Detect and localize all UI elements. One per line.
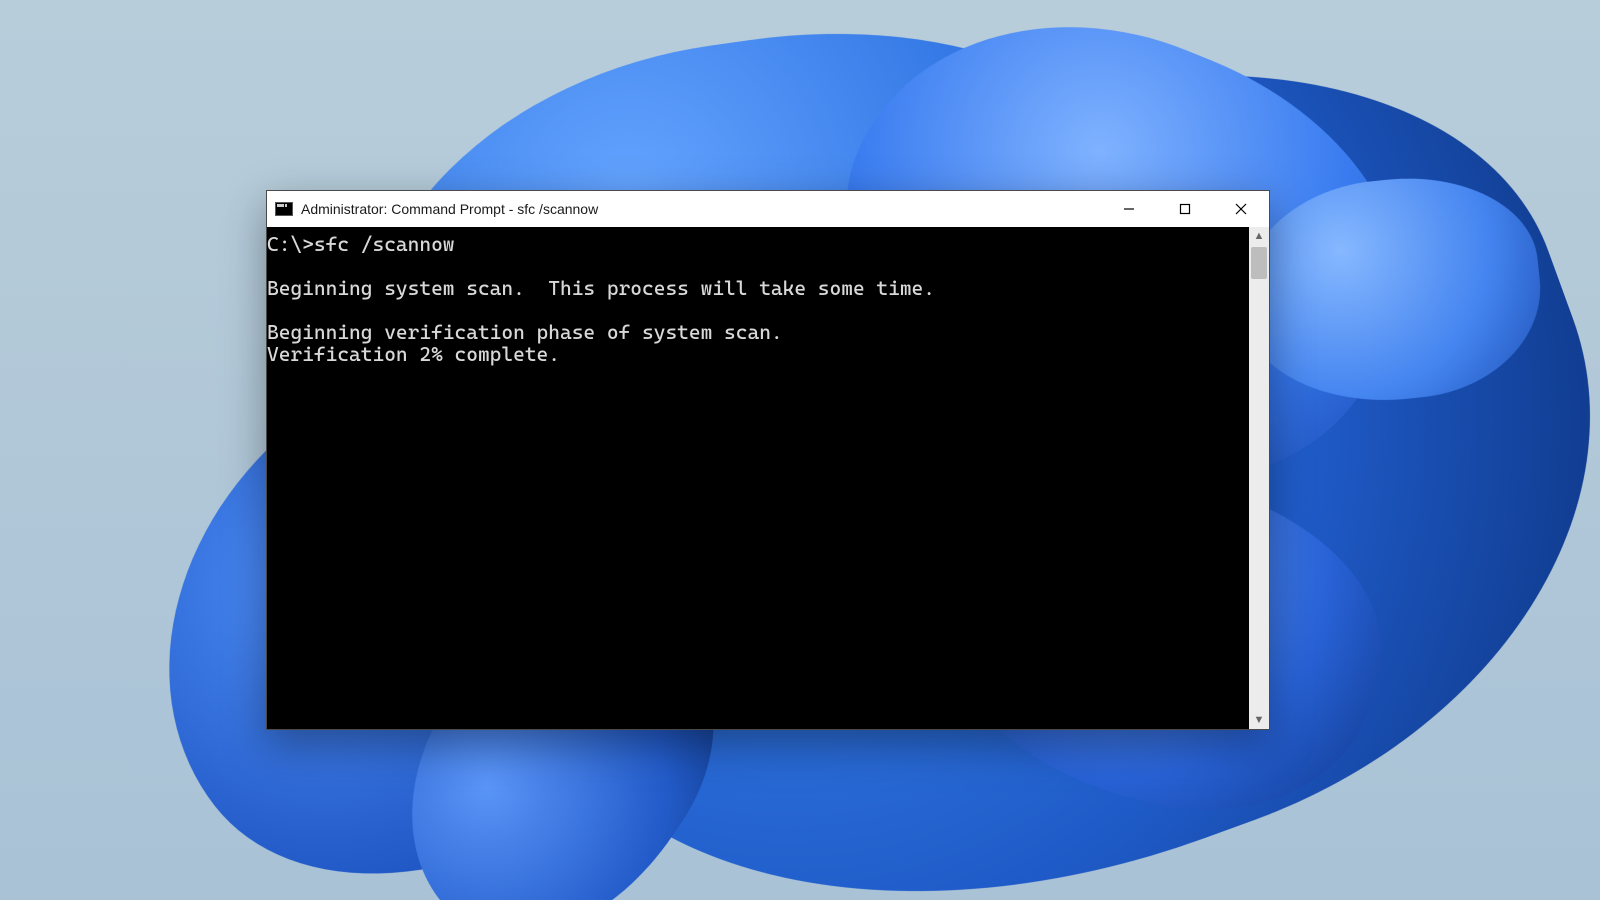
window-controls bbox=[1101, 191, 1269, 227]
maximize-icon bbox=[1178, 202, 1192, 216]
maximize-button[interactable] bbox=[1157, 191, 1213, 227]
scroll-up-arrow-icon[interactable]: ▲ bbox=[1249, 227, 1269, 245]
minimize-button[interactable] bbox=[1101, 191, 1157, 227]
close-button[interactable] bbox=[1213, 191, 1269, 227]
titlebar[interactable]: Administrator: Command Prompt - sfc /sca… bbox=[267, 191, 1269, 227]
vertical-scrollbar[interactable]: ▲ ▼ bbox=[1249, 227, 1269, 729]
terminal-output[interactable]: C:\>sfc /scannow Beginning system scan. … bbox=[267, 227, 1249, 729]
scroll-thumb[interactable] bbox=[1251, 247, 1267, 279]
command-prompt-window: Administrator: Command Prompt - sfc /sca… bbox=[266, 190, 1270, 730]
scroll-down-arrow-icon[interactable]: ▼ bbox=[1249, 711, 1269, 729]
cmd-icon bbox=[275, 202, 293, 216]
client-area: C:\>sfc /scannow Beginning system scan. … bbox=[267, 227, 1269, 729]
window-title: Administrator: Command Prompt - sfc /sca… bbox=[301, 201, 598, 217]
close-icon bbox=[1234, 202, 1248, 216]
minimize-icon bbox=[1122, 202, 1136, 216]
